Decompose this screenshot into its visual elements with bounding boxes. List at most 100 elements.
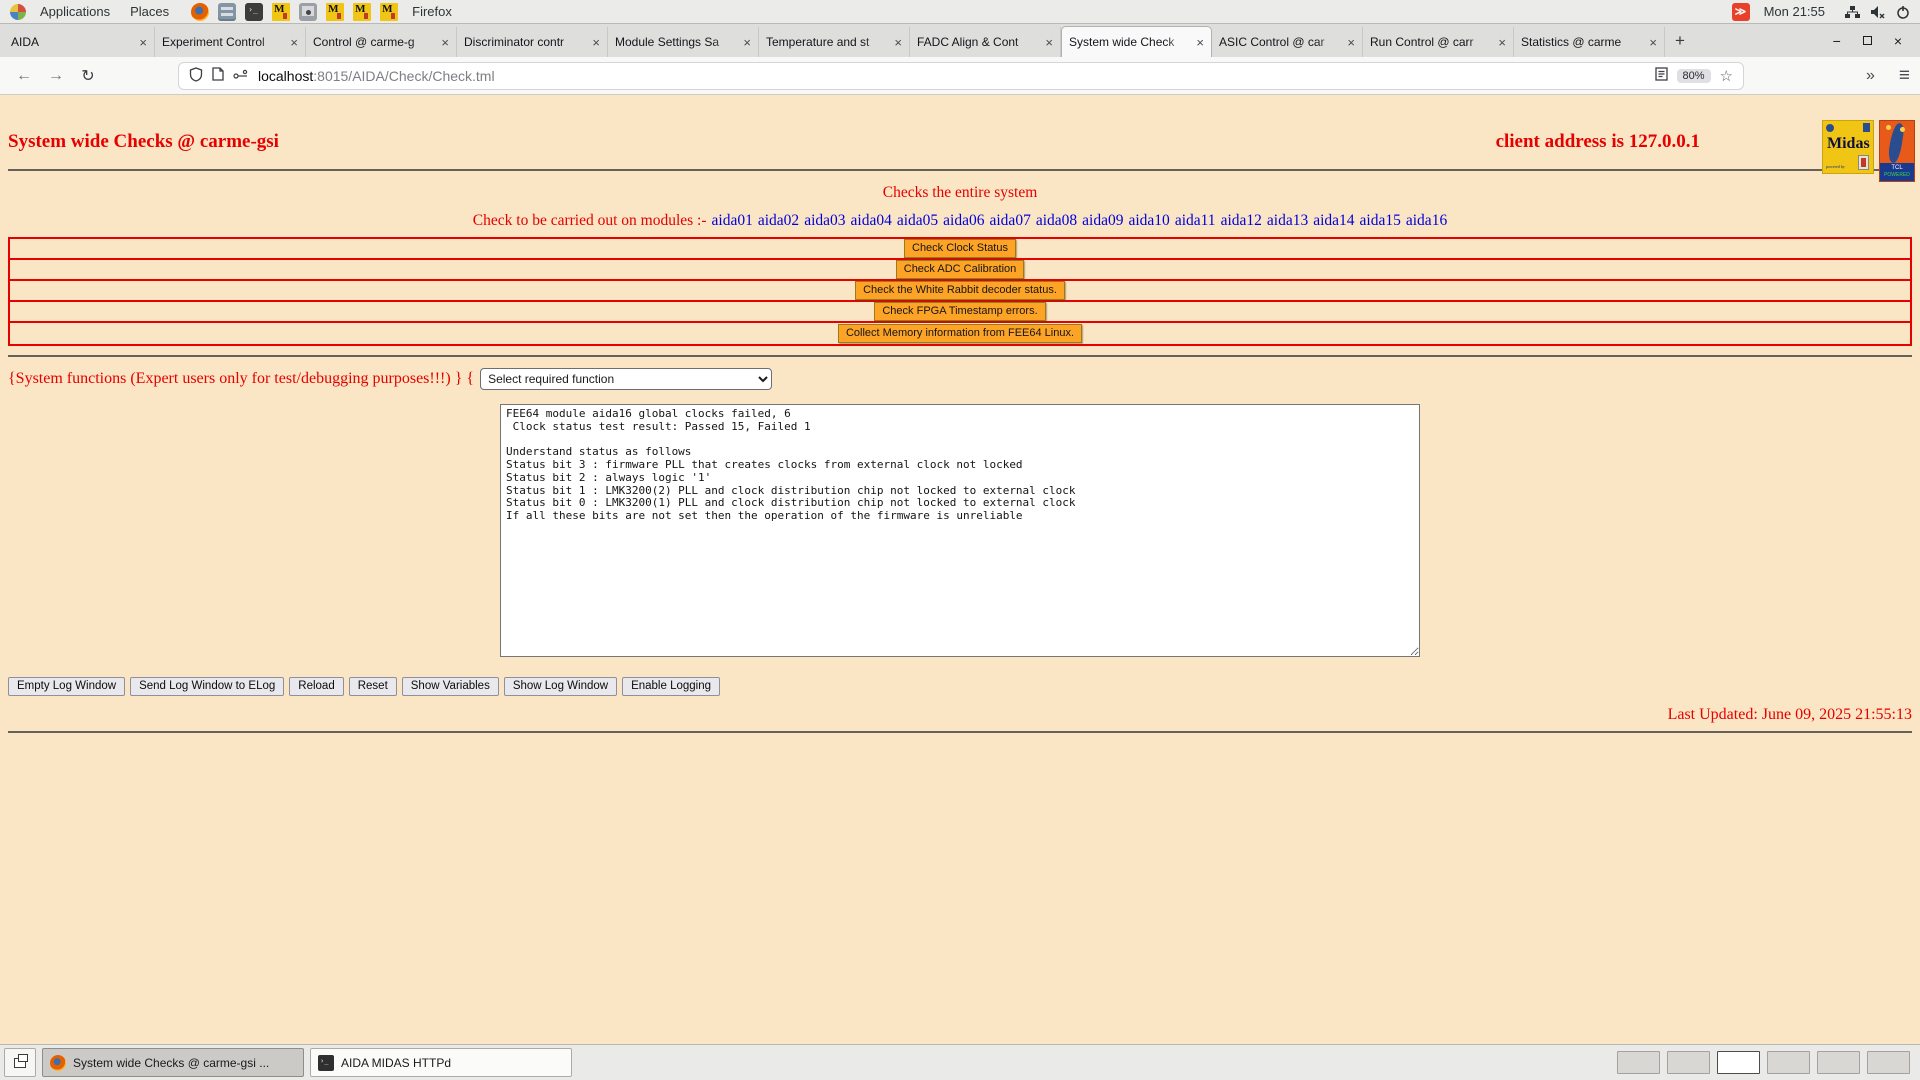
show-desktop-button[interactable]	[4, 1048, 36, 1077]
module-link[interactable]: aida02	[758, 212, 799, 229]
tab-close-icon[interactable]: ×	[894, 35, 902, 50]
places-menu[interactable]: Places	[124, 4, 175, 19]
power-icon[interactable]	[1896, 5, 1910, 19]
bookmark-star-icon[interactable]: ☆	[1720, 67, 1733, 85]
minimize-button[interactable]: −	[1833, 34, 1841, 48]
check-button[interactable]: Check the White Rabbit decoder status.	[855, 281, 1065, 300]
app-launcher-icon[interactable]	[353, 3, 371, 21]
distro-menu-icon[interactable]	[10, 4, 26, 20]
maximize-button[interactable]	[1863, 36, 1872, 45]
app-launcher-icon[interactable]	[191, 3, 209, 21]
app-launcher-icon[interactable]	[272, 3, 290, 21]
function-select[interactable]: Select required function	[480, 368, 772, 390]
workspace-button[interactable]	[1717, 1051, 1760, 1074]
module-link[interactable]: aida04	[851, 212, 892, 229]
browser-tab[interactable]: Module Settings Sa×	[608, 27, 759, 57]
reload-button[interactable]: ↻	[74, 66, 102, 86]
action-button[interactable]: Enable Logging	[622, 677, 720, 696]
browser-tab[interactable]: Temperature and st×	[759, 27, 910, 57]
action-button[interactable]: Send Log Window to ELog	[130, 677, 284, 696]
app-menu-icon[interactable]: ≡	[1899, 65, 1910, 87]
check-button[interactable]: Collect Memory information from FEE64 Li…	[838, 324, 1082, 343]
check-table-row: Check the White Rabbit decoder status.	[10, 281, 1910, 302]
check-button[interactable]: Check FPGA Timestamp errors.	[874, 302, 1045, 321]
app-launcher-icon[interactable]	[380, 3, 398, 21]
new-tab-button[interactable]: +	[1665, 31, 1695, 51]
volume-muted-icon[interactable]	[1870, 5, 1886, 19]
action-button[interactable]: Reload	[289, 677, 343, 696]
browser-tab[interactable]: AIDA×	[4, 27, 155, 57]
browser-tab[interactable]: Discriminator contr×	[457, 27, 608, 57]
module-link[interactable]: aida16	[1406, 212, 1447, 229]
browser-tab[interactable]: System wide Check×	[1061, 26, 1212, 57]
workspace-button[interactable]	[1617, 1051, 1660, 1074]
back-button[interactable]: ←	[10, 67, 38, 85]
page-info-icon[interactable]	[212, 67, 224, 84]
module-link[interactable]: aida10	[1128, 212, 1169, 229]
module-link[interactable]: aida01	[712, 212, 753, 229]
module-link[interactable]: aida07	[990, 212, 1031, 229]
taskbar-task[interactable]: System wide Checks @ carme-gsi ...	[42, 1048, 304, 1077]
taskbar-task[interactable]: AIDA MIDAS HTTPd	[310, 1048, 572, 1077]
tcl-logo-powered: POWERED	[1880, 172, 1914, 178]
forward-button[interactable]: →	[42, 67, 70, 85]
module-link[interactable]: aida14	[1313, 212, 1354, 229]
tab-close-icon[interactable]: ×	[743, 35, 751, 50]
network-icon[interactable]	[1845, 5, 1860, 19]
tab-close-icon[interactable]: ×	[1498, 35, 1506, 50]
browser-tab[interactable]: FADC Align & Cont×	[910, 27, 1061, 57]
app-launcher-icon[interactable]	[326, 3, 344, 21]
app-launcher-icon[interactable]	[218, 3, 236, 21]
module-link[interactable]: aida13	[1267, 212, 1308, 229]
module-link[interactable]: aida05	[897, 212, 938, 229]
active-app-label[interactable]: Firefox	[406, 4, 458, 19]
workspace-button[interactable]	[1767, 1051, 1810, 1074]
divider	[8, 169, 1912, 171]
check-button[interactable]: Check ADC Calibration	[896, 260, 1025, 279]
tab-label: Temperature and st	[766, 35, 891, 49]
tab-close-icon[interactable]: ×	[139, 35, 147, 50]
browser-tab[interactable]: Experiment Control×	[155, 27, 306, 57]
page-subtitle: Checks the entire system	[8, 184, 1912, 202]
taskbar: System wide Checks @ carme-gsi ...AIDA M…	[0, 1044, 1920, 1080]
browser-tab[interactable]: Run Control @ carr×	[1363, 27, 1514, 57]
applications-menu[interactable]: Applications	[34, 4, 116, 19]
action-button[interactable]: Show Log Window	[504, 677, 617, 696]
action-button[interactable]: Reset	[349, 677, 397, 696]
tab-close-icon[interactable]: ×	[592, 35, 600, 50]
module-link[interactable]: aida12	[1221, 212, 1262, 229]
module-link[interactable]: aida08	[1036, 212, 1077, 229]
workspace-button[interactable]	[1817, 1051, 1860, 1074]
notification-indicator-icon[interactable]: ≫	[1732, 3, 1750, 21]
check-button[interactable]: Check Clock Status	[904, 239, 1016, 258]
clock[interactable]: Mon 21:55	[1758, 4, 1831, 19]
zoom-level-badge[interactable]: 80%	[1677, 69, 1711, 83]
module-link[interactable]: aida11	[1175, 212, 1216, 229]
app-launcher-icon[interactable]	[245, 3, 263, 21]
reader-mode-icon[interactable]	[1655, 67, 1668, 84]
overflow-menu-icon[interactable]: »	[1866, 67, 1875, 85]
tab-close-icon[interactable]: ×	[441, 35, 449, 50]
action-button[interactable]: Empty Log Window	[8, 677, 125, 696]
workspace-button[interactable]	[1667, 1051, 1710, 1074]
tab-close-icon[interactable]: ×	[1347, 35, 1355, 50]
browser-tab[interactable]: Statistics @ carme×	[1514, 27, 1665, 57]
close-window-button[interactable]: ×	[1894, 34, 1902, 48]
workspace-button[interactable]	[1867, 1051, 1910, 1074]
permissions-icon[interactable]	[233, 68, 249, 84]
browser-tab[interactable]: ASIC Control @ car×	[1212, 27, 1363, 57]
shield-icon[interactable]	[189, 67, 203, 85]
tab-close-icon[interactable]: ×	[290, 35, 298, 50]
action-button[interactable]: Show Variables	[402, 677, 499, 696]
module-link[interactable]: aida06	[943, 212, 984, 229]
app-launcher-icon[interactable]	[299, 3, 317, 21]
module-link[interactable]: aida09	[1082, 212, 1123, 229]
tab-close-icon[interactable]: ×	[1045, 35, 1053, 50]
log-window[interactable]: FEE64 module aida16 global clocks failed…	[500, 404, 1420, 657]
browser-tab[interactable]: Control @ carme-g×	[306, 27, 457, 57]
url-bar[interactable]: localhost:8015/AIDA/Check/Check.tml 80% …	[178, 62, 1744, 90]
module-link[interactable]: aida03	[804, 212, 845, 229]
tab-close-icon[interactable]: ×	[1196, 35, 1204, 50]
tab-close-icon[interactable]: ×	[1649, 35, 1657, 50]
module-link[interactable]: aida15	[1360, 212, 1401, 229]
